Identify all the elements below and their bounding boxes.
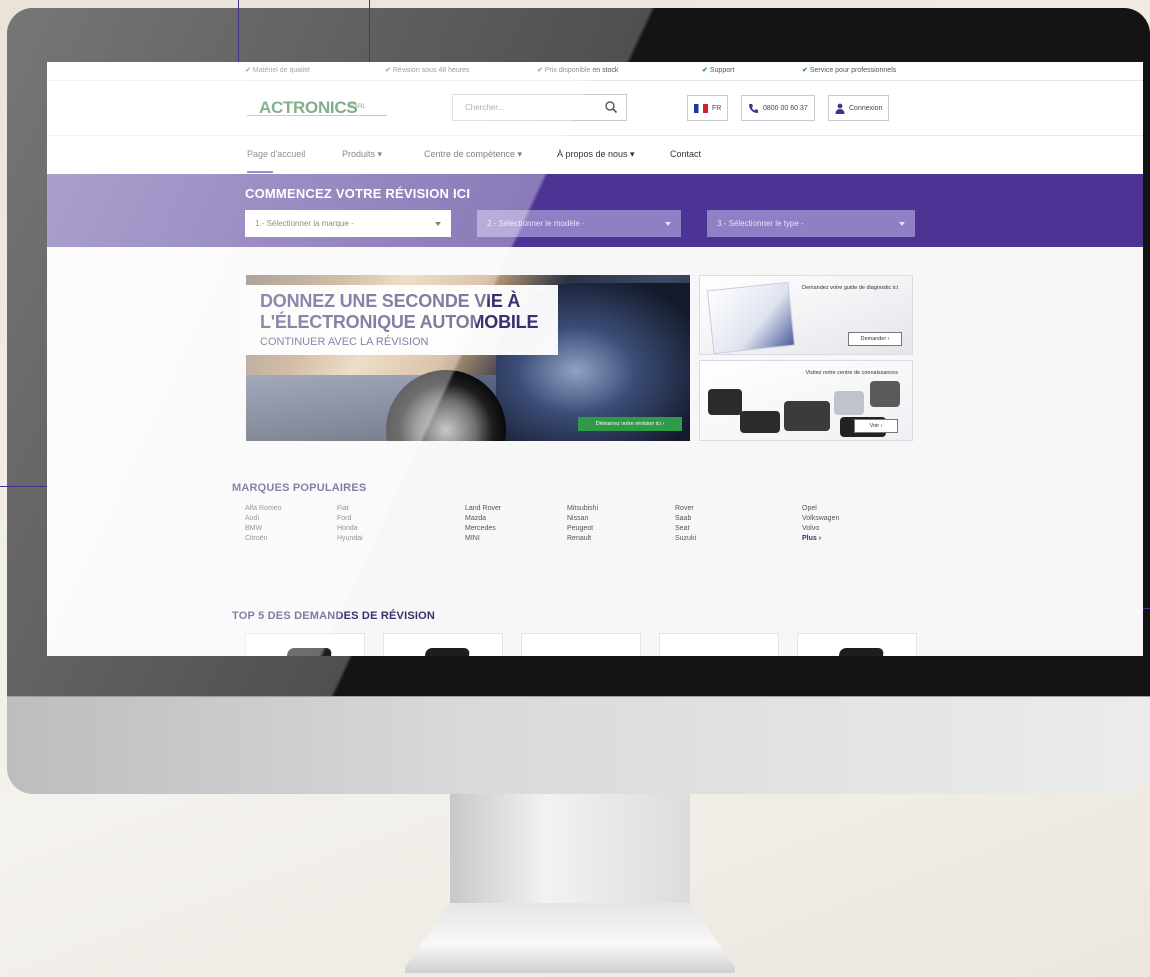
search-icon[interactable] [604,100,618,114]
diagnostic-guide-card[interactable]: Demandez votre guide de diagnostic ici D… [699,275,913,355]
type-select[interactable]: 3.- Sélectionner le type - [707,210,915,237]
brand-link[interactable]: Rover [675,505,694,512]
hero-cta-button[interactable]: Démarrez votre révision ici › [578,417,682,431]
brand-link[interactable]: Land Rover [465,505,501,512]
model-select[interactable]: 2.- Sélectionner le modèle - [477,210,681,237]
guide-document-image [706,281,796,354]
phone-button[interactable]: 0800 00 60 37 [741,95,815,121]
brand-link[interactable]: Mercedes [465,525,496,532]
popular-brands-title: MARQUES POPULAIRES [232,482,367,494]
usp-item: ✔ Service pour professionnels [802,67,897,74]
website-screen: ✔ Matériel de qualité ✔ Révision sous 48 h… [47,62,1143,656]
usp-item: ✔ Support [702,67,735,74]
ecu-part-image [870,381,900,407]
language-selector[interactable]: FR [687,95,729,121]
model-select-label: 2.- Sélectionner le modèle - [487,219,585,228]
top5-title: TOP 5 DES DEMANDES DE RÉVISION [232,610,436,622]
knowledge-center-card[interactable]: Visitez notre centre de connaissances Vo… [699,360,913,441]
language-label: FR [712,104,722,112]
diagnostic-guide-title: Demandez votre guide de diagnostic ici [801,285,898,291]
hero-headline-2: L'ÉLECTRONIQUE AUTOMOBILE [260,312,539,332]
hero-subline: CONTINUER AVEC LA RÉVISION [260,336,429,348]
view-knowledge-button[interactable]: Voir › [854,419,898,433]
brand-link[interactable]: Nissan [567,515,588,522]
brand-select-label: 1.- Sélectionner la marque - [255,219,354,228]
hero-text-box: DONNEZ UNE SECONDE VIE À L'ÉLECTRONIQUE … [246,285,558,355]
revision-search-band: COMMENCEZ VOTRE RÉVISION ICI 1.- Sélecti… [47,174,1143,247]
logo-text: ACTRONICS [259,98,358,117]
nav-item-about[interactable]: À propos de nous ▾ [557,149,635,160]
site-header: ACTRONICS SARL Chercher... FR 0800 00 60… [47,81,1143,136]
ecu-part-image [740,411,780,433]
usp-bar: ✔ Matériel de qualité ✔ Révision sous 48 h… [47,62,1143,81]
phone-number: 0800 00 60 37 [763,104,808,112]
nav-active-indicator [247,171,273,173]
brand-link[interactable]: Suzuki [675,535,696,542]
login-button[interactable]: Connexion [828,95,890,121]
logo-suffix: SARL [350,104,366,110]
brand-link[interactable]: Opel [802,505,817,512]
brand-link[interactable]: Volkswagen [802,515,839,522]
brand-link[interactable]: MINI [465,535,480,542]
brand-link[interactable]: Citroën [245,535,268,542]
product-image [283,648,333,656]
product-card[interactable] [521,633,641,656]
brand-link[interactable]: Peugeot [567,525,593,532]
brand-link[interactable]: Honda [337,525,358,532]
monitor-stand-neck [450,794,690,904]
brand-link[interactable]: Saab [675,515,691,522]
ecu-part-image [708,389,742,415]
ecu-part-image [834,391,864,415]
brand-link[interactable]: Renault [567,535,591,542]
product-card[interactable] [245,633,365,656]
product-card[interactable] [797,633,917,656]
brand-link[interactable]: BMW [245,525,262,532]
ecu-part-image [784,401,830,431]
brand-link[interactable]: Volvo [802,525,819,532]
nav-item-contact[interactable]: Contact [670,149,701,159]
brand-link[interactable]: Audi [245,515,259,522]
search-placeholder: Chercher... [465,103,505,112]
usp-item: ✔ Matériel de qualité [245,67,311,74]
revision-band-title: COMMENCEZ VOTRE RÉVISION ICI [245,186,471,201]
hero-headline-1: DONNEZ UNE SECONDE VIE À [260,291,521,311]
product-image [421,648,471,656]
usp-item: ✔ Révision sous 48 heures [385,67,470,74]
brand-link[interactable]: Mitsubishi [567,505,598,512]
chevron-down-icon [899,221,905,226]
user-icon [835,103,845,114]
product-image [835,648,885,656]
brand-link[interactable]: Seat [675,525,689,532]
knowledge-center-title: Visitez notre centre de connaissances [805,370,898,376]
type-select-label: 3.- Sélectionner le type - [717,219,804,228]
phone-icon [749,103,758,113]
brand-link[interactable]: Ford [337,515,351,522]
more-brands-link[interactable]: Plus › [802,535,821,542]
request-guide-button[interactable]: Demander › [848,332,902,346]
actronics-logo[interactable]: ACTRONICS SARL [247,94,387,124]
monitor-chin-divider [7,696,1150,697]
brand-link[interactable]: Alfa Romeo [245,505,282,512]
nav-item-home[interactable]: Page d'accueil [247,149,305,159]
product-card[interactable] [383,633,503,656]
chevron-down-icon [435,221,441,226]
usp-item: ✔ Prix disponible en stock [537,67,619,74]
hero-banner[interactable]: DONNEZ UNE SECONDE VIE À L'ÉLECTRONIQUE … [246,275,690,441]
login-label: Connexion [849,104,883,112]
chevron-down-icon [665,221,671,226]
brand-link[interactable]: Fiat [337,505,349,512]
monitor-stand-base [405,903,735,973]
france-flag-icon [694,103,708,113]
brand-link[interactable]: Mazda [465,515,486,522]
brand-select[interactable]: 1.- Sélectionner la marque - [245,210,451,237]
search-input[interactable]: Chercher... [452,94,627,121]
product-card[interactable] [659,633,779,656]
nav-item-competence-center[interactable]: Centre de compétence ▾ [424,149,522,160]
nav-item-products[interactable]: Produits ▾ [342,149,382,160]
brand-link[interactable]: Hyundai [337,535,363,542]
main-nav: Page d'accueil Produits ▾ Centre de comp… [47,136,1143,174]
